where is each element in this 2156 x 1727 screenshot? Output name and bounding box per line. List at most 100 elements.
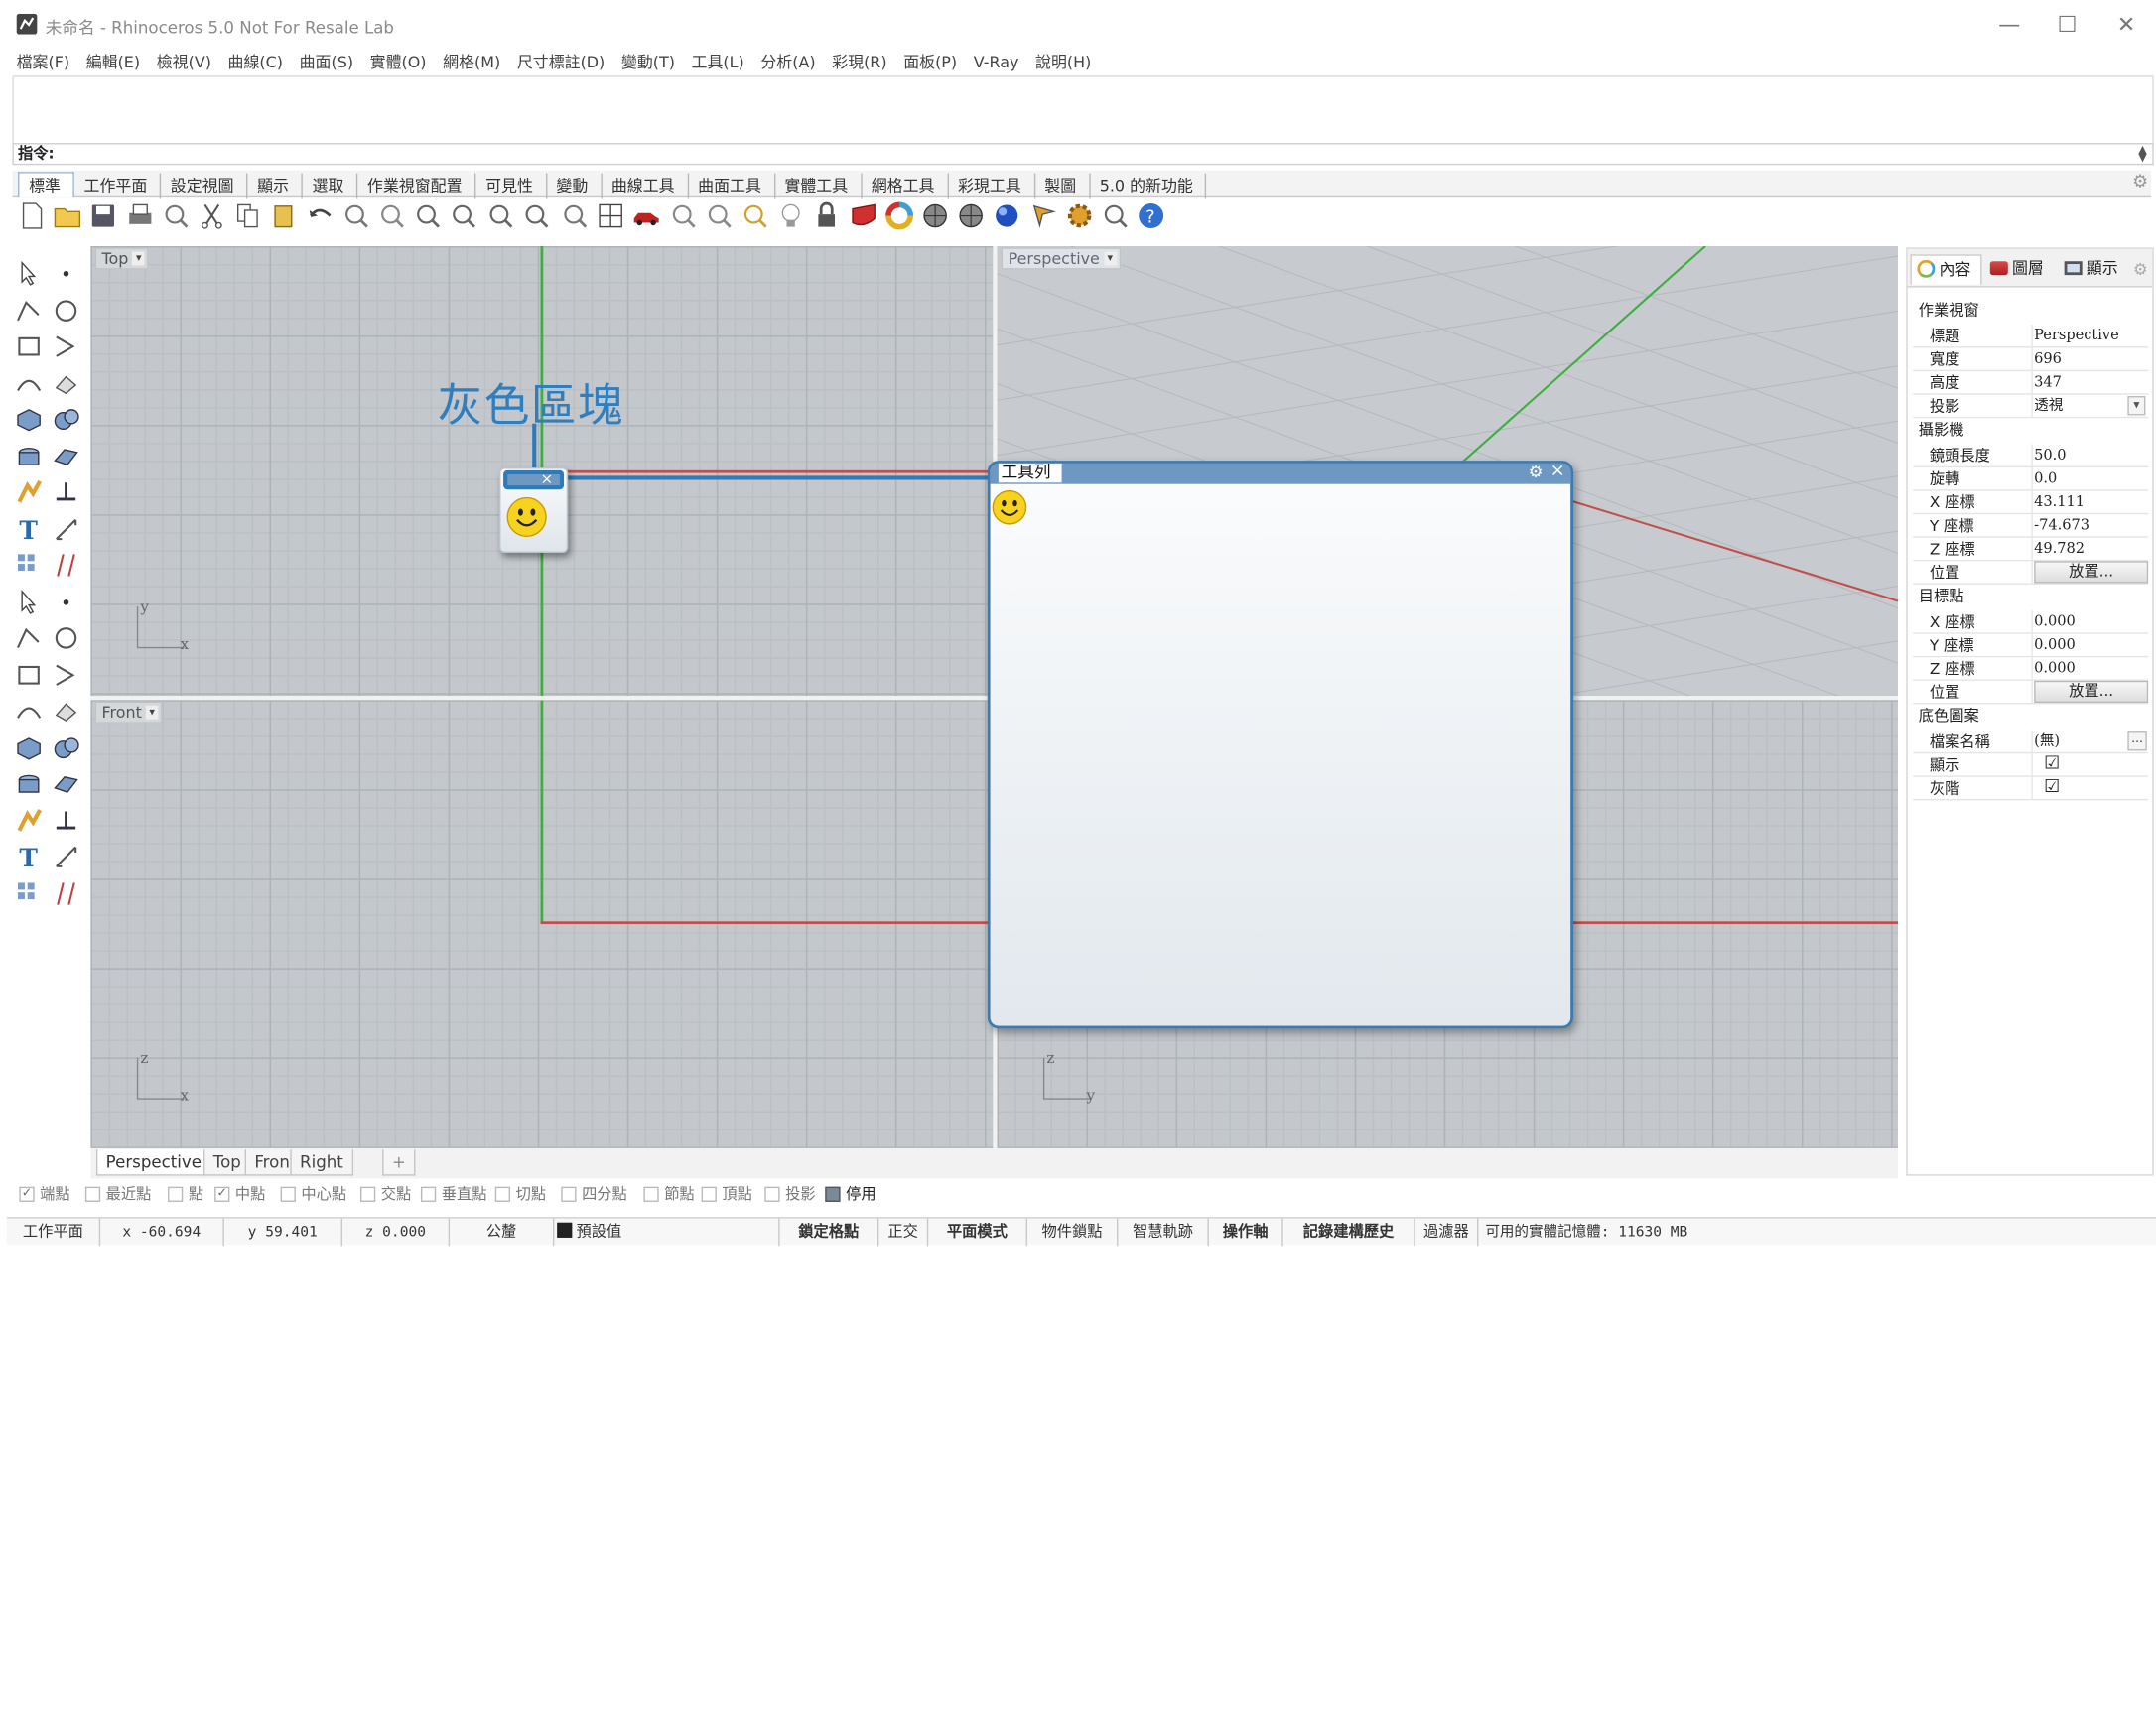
collapsed-toolbar-block[interactable]: × [498,467,569,553]
toolbar-tab-1[interactable]: 工作平面 [74,173,162,199]
viewport-front[interactable]: Front ▾ z x [90,700,994,1148]
osnap-0[interactable]: ✓ 端點 [19,1185,70,1204]
help-icon[interactable]: ? [1137,200,1166,230]
menu-item-10[interactable]: 分析(A) [760,50,815,74]
viewport-label-front[interactable]: Front ▾ [94,701,163,724]
zoom-window-icon[interactable] [449,200,478,230]
rotate-view-icon[interactable] [560,200,590,230]
toolbar-tab-9[interactable]: 曲面工具 [688,173,775,199]
cut-icon[interactable] [197,200,226,230]
explode-icon[interactable] [14,550,44,580]
osnap-11[interactable]: 投影 [764,1185,816,1204]
close-icon[interactable]: × [1550,464,1565,481]
place-button[interactable]: 放置... [2034,561,2149,584]
osnap-checkbox[interactable] [360,1186,376,1202]
split-icon[interactable] [51,550,80,580]
undo-icon[interactable] [305,200,335,230]
maximize-button[interactable]: ☐ [2047,11,2089,37]
settings-gear-icon[interactable] [1064,200,1094,230]
grid-array-icon[interactable] [14,805,44,835]
text-icon[interactable] [14,696,44,726]
osnap-7[interactable]: 切點 [494,1185,546,1204]
osnap-checkbox[interactable] [561,1186,577,1202]
status-gumball[interactable]: 操作軸 [1209,1218,1283,1247]
gear-icon[interactable]: ⚙ [2132,172,2148,193]
menu-item-8[interactable]: 變動(T) [621,50,675,74]
tab-display[interactable]: 顯示 [2059,254,2130,284]
shaded-sphere-icon[interactable] [956,200,986,230]
floating-toolbar-window[interactable]: 工具列 ⚙ × [987,461,1574,1029]
array-icon[interactable] [14,732,44,762]
toolbar-tab-13[interactable]: 製圖 [1035,173,1091,199]
pan-hand-icon[interactable] [340,200,370,230]
mesh-icon[interactable] [14,878,44,908]
add-viewport-tab-button[interactable]: + [382,1149,416,1176]
toolbar-tab-6[interactable]: 可見性 [475,173,547,199]
tab-layers[interactable]: 圖層 [1984,254,2056,284]
toolbar-tab-14[interactable]: 5.0 的新功能 [1090,173,1207,199]
osnap-6[interactable]: 垂直點 [420,1185,486,1204]
toolbar-tab-8[interactable]: 曲線工具 [602,173,689,199]
measure-icon[interactable] [51,768,80,798]
smiley-icon[interactable] [992,489,1027,525]
status-ortho[interactable]: 正交 [878,1218,929,1247]
box-icon[interactable] [14,477,44,507]
zoom-icon[interactable] [413,200,443,230]
circle-icon[interactable] [14,332,44,361]
rectangle-icon[interactable] [51,368,80,398]
menu-item-1[interactable]: 編輯(E) [86,50,140,74]
hide-icon[interactable] [668,200,698,230]
toolbar-tab-10[interactable]: 實體工具 [775,173,863,199]
menu-item-3[interactable]: 曲線(C) [228,50,283,74]
toolbar-tab-7[interactable]: 變動 [547,173,603,199]
pen-icon[interactable] [1028,200,1058,230]
extrude-icon[interactable]: T [14,513,44,544]
menu-item-11[interactable]: 彩現(R) [832,50,886,74]
status-planar[interactable]: 平面模式 [928,1218,1027,1247]
close-icon[interactable]: × [541,470,554,488]
osnap-3[interactable]: ✓ 中點 [214,1185,265,1204]
surface-icon[interactable] [51,441,80,470]
render-icon[interactable] [992,200,1021,230]
dropdown-icon[interactable]: ▾ [2127,396,2146,416]
osnap-2[interactable]: 點 [168,1185,203,1204]
arc-icon[interactable] [14,368,44,398]
viewport-prop-value[interactable]: 透視 [2034,396,2063,417]
tab-properties[interactable]: 內容 [1910,254,1982,285]
viewport-label-perspective[interactable]: Perspective ▾ [1001,247,1121,270]
osnap-checkbox[interactable] [764,1186,780,1202]
status-grid-snap[interactable]: 鎖定格點 [780,1218,879,1247]
osnap-4[interactable]: 中心點 [280,1185,346,1204]
menu-item-12[interactable]: 面板(P) [903,50,957,74]
select-arrow-icon[interactable] [14,258,44,288]
menu-item-9[interactable]: 工具(L) [692,50,744,74]
viewport-tab-right[interactable]: Right [290,1149,353,1176]
place-button[interactable]: 放置... [2034,680,2149,703]
lock-icon[interactable] [812,200,842,230]
status-osnap[interactable]: 物件鎖點 [1027,1218,1119,1247]
osnap-10[interactable]: 頂點 [701,1185,752,1204]
viewport-tab-perspective[interactable]: Perspective [95,1149,211,1176]
loft-icon[interactable] [51,513,80,543]
toolbar-tab-5[interactable]: 作業視窗配置 [357,173,476,199]
menu-item-14[interactable]: 說明(H) [1035,50,1091,74]
extend-icon[interactable] [51,587,80,616]
osnap-5[interactable]: 交點 [360,1185,411,1204]
osnap-8[interactable]: 四分點 [561,1185,627,1204]
copy-icon[interactable] [232,200,262,230]
osnap-checkbox[interactable] [701,1186,717,1202]
command-line[interactable]: 指令: ▲ ▼ [12,143,2154,166]
surface-points-icon[interactable] [14,441,44,470]
fillet-icon[interactable] [14,659,44,689]
toolbar-tab-2[interactable]: 設定視圖 [161,173,248,199]
render-sphere-icon[interactable] [920,200,950,230]
gear-icon[interactable]: ⚙ [1529,464,1544,481]
mirror-icon[interactable] [51,732,80,762]
polyline-icon[interactable] [14,295,44,325]
osnap-checkbox[interactable] [643,1186,659,1202]
color-wheel-icon[interactable] [884,200,914,230]
status-layer[interactable]: 預設值 [554,1218,780,1247]
osnap-12[interactable]: 停用 [825,1185,876,1204]
toolbar-tab-11[interactable]: 網格工具 [862,173,949,199]
viewport-tab-top[interactable]: Top [203,1149,251,1176]
